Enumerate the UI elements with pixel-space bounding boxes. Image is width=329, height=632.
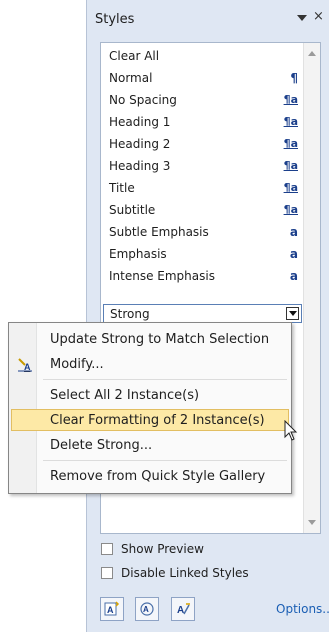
style-label: Subtitle <box>109 203 156 217</box>
style-label: Subtle Emphasis <box>109 225 209 239</box>
svg-text:A: A <box>177 605 184 616</box>
menu-separator <box>43 460 287 461</box>
menu-item-label: Remove from Quick Style Gallery <box>50 469 266 484</box>
style-item-intense-emphasis[interactable]: Intense Emphasis a <box>103 266 302 287</box>
menu-item-label: Modify... <box>50 357 104 372</box>
linked-style-icon: ¶a <box>283 93 298 106</box>
character-style-icon: a <box>289 225 298 239</box>
close-icon[interactable]: × <box>313 9 324 24</box>
style-label: Heading 2 <box>109 137 171 151</box>
style-item-emphasis[interactable]: Emphasis a <box>103 244 302 265</box>
style-item-normal[interactable]: Normal ¶ <box>103 68 302 89</box>
style-item-subtitle[interactable]: Subtitle ¶a <box>103 200 302 221</box>
scroll-down-arrow-icon[interactable] <box>308 520 316 525</box>
linked-style-icon: ¶a <box>283 203 298 216</box>
style-label: Clear All <box>109 49 160 63</box>
checkbox-label: Disable Linked Styles <box>121 566 249 580</box>
style-label: No Spacing <box>109 93 177 107</box>
style-item-subtle-emphasis[interactable]: Subtle Emphasis a <box>103 222 302 243</box>
style-item-heading-3[interactable]: Heading 3 ¶a <box>103 156 302 177</box>
menu-separator <box>43 379 287 380</box>
scroll-up-arrow-icon[interactable] <box>308 51 316 56</box>
menu-item-delete-strong[interactable]: Delete Strong... <box>11 434 289 456</box>
style-item-heading-2[interactable]: Heading 2 ¶a <box>103 134 302 155</box>
pane-title: Styles <box>95 12 135 27</box>
mouse-pointer-icon <box>284 420 298 441</box>
style-label: Strong <box>110 307 150 321</box>
linked-style-icon: ¶a <box>283 137 298 150</box>
style-label: Heading 3 <box>109 159 171 173</box>
svg-text:A: A <box>107 605 114 615</box>
menu-item-clear-formatting[interactable]: Clear Formatting of 2 Instance(s) <box>11 409 289 431</box>
character-style-icon: a <box>289 247 298 261</box>
style-dropdown-button[interactable] <box>286 307 299 320</box>
menu-item-label: Delete Strong... <box>50 438 153 453</box>
style-item-no-spacing[interactable]: No Spacing ¶a <box>103 90 302 111</box>
style-label: Normal <box>109 71 153 85</box>
list-scrollbar[interactable] <box>303 43 320 533</box>
style-item-strong[interactable]: Strong <box>103 304 302 323</box>
pane-options-dropdown-icon[interactable] <box>297 15 307 21</box>
linked-style-icon: ¶a <box>283 159 298 172</box>
style-item-clear-all[interactable]: Clear All <box>103 46 302 67</box>
linked-style-icon: ¶a <box>283 115 298 128</box>
checkbox-icon[interactable] <box>101 567 113 579</box>
pane-header: Styles × <box>87 0 329 38</box>
modify-style-icon: A <box>18 358 32 372</box>
style-context-menu: Update Strong to Match Selection A Modif… <box>8 322 292 494</box>
style-label: Emphasis <box>109 247 167 261</box>
style-inspector-icon: A <box>140 602 154 616</box>
checkbox-icon[interactable] <box>101 543 113 555</box>
paragraph-style-icon: ¶ <box>290 71 298 85</box>
manage-styles-icon: A <box>177 603 190 616</box>
style-item-title[interactable]: Title ¶a <box>103 178 302 199</box>
styles-pane: Styles × Clear All Normal ¶ No Spacing ¶… <box>86 0 329 632</box>
menu-item-modify[interactable]: A Modify... <box>11 353 289 375</box>
linked-style-icon: ¶a <box>283 181 298 194</box>
style-label: Heading 1 <box>109 115 171 129</box>
menu-item-label: Select All 2 Instance(s) <box>50 388 200 403</box>
new-style-button[interactable]: A <box>100 597 124 621</box>
menu-item-remove-from-gallery[interactable]: Remove from Quick Style Gallery <box>11 465 289 487</box>
character-style-icon: a <box>289 269 298 283</box>
menu-item-label: Update Strong to Match Selection <box>50 332 270 347</box>
menu-item-update-strong[interactable]: Update Strong to Match Selection <box>11 328 289 350</box>
checkbox-label: Show Preview <box>121 542 204 556</box>
style-label: Intense Emphasis <box>109 269 215 283</box>
style-item-heading-1[interactable]: Heading 1 ¶a <box>103 112 302 133</box>
svg-text:A: A <box>143 605 149 614</box>
style-label: Title <box>109 181 135 195</box>
new-style-icon: A <box>104 601 120 616</box>
menu-item-select-all-instances[interactable]: Select All 2 Instance(s) <box>11 384 289 406</box>
menu-item-label: Clear Formatting of 2 Instance(s) <box>50 413 265 428</box>
options-link[interactable]: Options... <box>276 602 329 616</box>
style-inspector-button[interactable]: A <box>135 597 159 621</box>
manage-styles-button[interactable]: A <box>171 597 195 621</box>
